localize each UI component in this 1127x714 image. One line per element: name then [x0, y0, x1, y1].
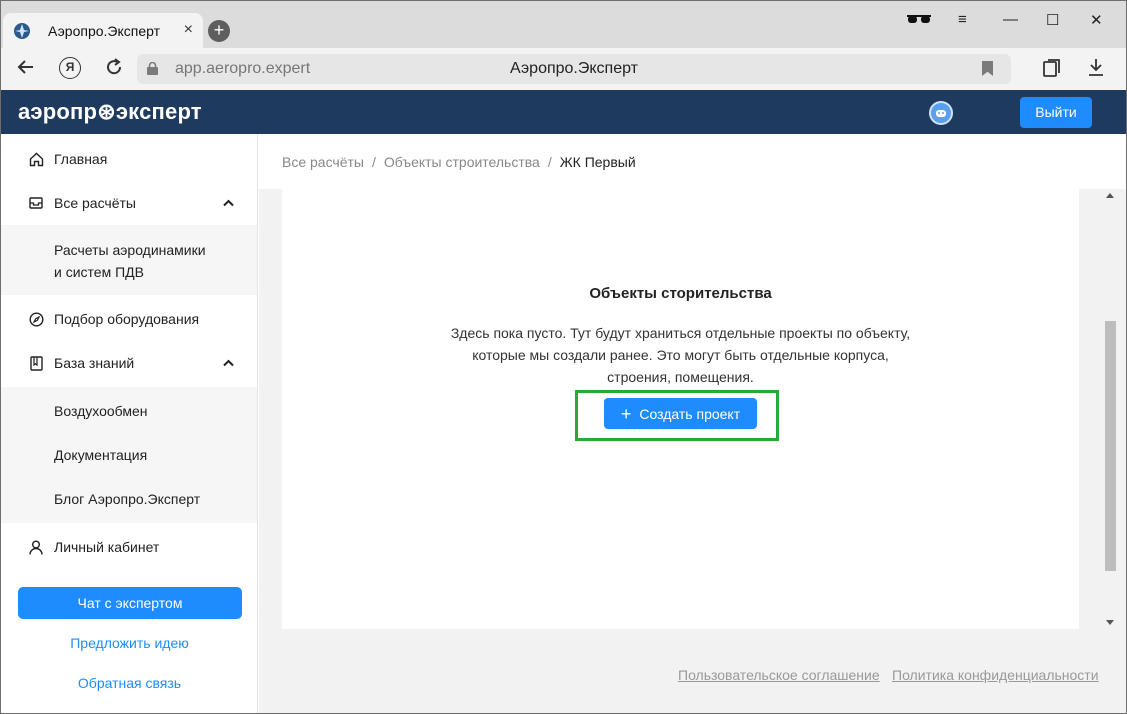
subitem-line: и систем ПДВ: [54, 264, 144, 280]
all-calcs-submenu: Расчеты аэродинамики и систем ПДВ: [1, 225, 257, 295]
description-line: строения, помещения.: [607, 369, 754, 385]
empty-state-description: Здесь пока пусто. Тут будут храниться от…: [442, 322, 919, 388]
sidebar-subitem-blog[interactable]: Блог Аэропро.Эксперт: [54, 488, 200, 510]
breadcrumb-bar: Все расчёты / Объекты строительства / ЖК Пер…: [259, 134, 1126, 189]
sidebar-subitem-aerodynamics[interactable]: Расчеты аэродинамики и систем ПДВ: [54, 239, 206, 283]
sidebar-item-label: Личный кабинет: [54, 539, 160, 555]
browser-menu-icon[interactable]: ≡: [958, 11, 967, 28]
scroll-down-arrow-icon[interactable]: [1106, 620, 1114, 625]
reader-mode-icon[interactable]: [906, 13, 932, 30]
suggest-idea-link[interactable]: Предложить идею: [1, 635, 258, 651]
back-icon[interactable]: [17, 58, 35, 81]
breadcrumb-item-current: ЖК Первый: [559, 154, 636, 170]
chevron-up-icon[interactable]: [223, 196, 234, 210]
breadcrumb-separator: /: [371, 154, 376, 170]
aeropro-favicon-icon: [12, 21, 32, 41]
download-icon[interactable]: [1088, 58, 1104, 81]
logout-button[interactable]: Выйти: [1020, 97, 1092, 128]
sidebar-item-label: Главная: [54, 151, 108, 167]
browser-window: Аэропро.Эксперт × + ≡ — ☐ ✕ Я app.aeropr…: [0, 0, 1127, 714]
sidebar-subitem-documentation[interactable]: Документация: [54, 444, 147, 466]
sidebar-item-label: Все расчёты: [54, 195, 136, 211]
collections-icon[interactable]: [1042, 58, 1062, 83]
breadcrumb-separator: /: [547, 154, 552, 170]
empty-state-title: Объекты сторительства: [589, 285, 772, 302]
yandex-button[interactable]: Я: [59, 57, 81, 79]
inbox-icon: [28, 195, 44, 211]
privacy-policy-link[interactable]: Политика конфиденциальности: [892, 667, 1099, 683]
tab-title: Аэропро.Эксперт: [48, 22, 161, 39]
scroll-up-arrow-icon[interactable]: [1106, 193, 1114, 198]
breadcrumb-item-objects[interactable]: Объекты строительства: [384, 154, 540, 170]
new-tab-button[interactable]: +: [208, 20, 230, 42]
breadcrumb: Все расчёты / Объекты строительства / ЖК Пер…: [282, 154, 636, 170]
reload-icon[interactable]: [105, 58, 123, 81]
empty-state-card: Объекты сторительства Здесь пока пусто. …: [282, 189, 1079, 629]
description-line: Здесь пока пусто. Тут будут храниться от…: [450, 325, 911, 341]
chevron-up-icon[interactable]: [223, 356, 234, 370]
breadcrumb-item-all-calcs[interactable]: Все расчёты: [282, 154, 364, 170]
sidebar-item-cabinet[interactable]: Личный кабинет: [1, 525, 257, 569]
sidebar-item-knowledge[interactable]: База знаний: [1, 341, 257, 385]
aeropro-logo[interactable]: аэропр⊛эксперт: [18, 99, 202, 125]
vertical-scrollbar[interactable]: [1102, 189, 1119, 629]
main-content: Все расчёты / Объекты строительства / ЖК Пер…: [259, 134, 1126, 713]
chat-with-expert-button[interactable]: Чат с экспертом: [18, 587, 242, 619]
create-project-label: Создать проект: [639, 405, 741, 422]
address-bar: Я app.aeropro.expert Аэропро.Эксперт: [1, 48, 1126, 90]
user-agreement-link[interactable]: Пользовательское соглашение: [678, 667, 880, 683]
sidebar-item-label: Подбор оборудования: [54, 311, 200, 327]
tab-close-icon[interactable]: ×: [184, 21, 193, 39]
address-page-title: Аэропро.Эксперт: [509, 60, 638, 77]
sidebar-item-home[interactable]: Главная: [1, 137, 257, 181]
tab-bar: Аэропро.Эксперт × + ≡ — ☐ ✕: [1, 1, 1126, 48]
maximize-icon[interactable]: ☐: [1046, 11, 1059, 29]
sidebar-item-all-calcs[interactable]: Все расчёты: [1, 181, 257, 225]
knowledge-submenu: Воздухообмен Документация Блог Аэропро.Э…: [1, 387, 257, 523]
user-avatar-icon[interactable]: [929, 101, 953, 125]
browser-tab[interactable]: Аэропро.Эксперт ×: [3, 13, 203, 48]
app-header: аэропр⊛эксперт Выйти: [1, 90, 1126, 134]
sidebar: Главная Все расчёты Расчеты аэродинамики…: [1, 134, 258, 713]
scroll-thumb[interactable]: [1105, 321, 1116, 571]
feedback-link[interactable]: Обратная связь: [1, 675, 258, 691]
url-field[interactable]: app.aeropro.expert Аэропро.Эксперт: [137, 54, 1011, 84]
description-line: которые мы создали ранее. Это могут быть…: [472, 347, 889, 363]
compass-icon: [28, 311, 44, 327]
user-icon: [28, 539, 44, 555]
home-icon: [28, 151, 44, 167]
create-project-button[interactable]: + Создать проект: [604, 398, 757, 429]
sidebar-item-equipment[interactable]: Подбор оборудования: [1, 297, 257, 341]
subitem-line: Расчеты аэродинамики: [54, 242, 206, 258]
book-icon: [28, 355, 44, 371]
plus-icon: +: [620, 403, 632, 424]
sidebar-item-label: База знаний: [54, 355, 135, 371]
minimize-icon[interactable]: —: [1003, 11, 1018, 28]
sidebar-subitem-air-exchange[interactable]: Воздухообмен: [54, 400, 148, 422]
close-window-icon[interactable]: ✕: [1090, 11, 1103, 29]
